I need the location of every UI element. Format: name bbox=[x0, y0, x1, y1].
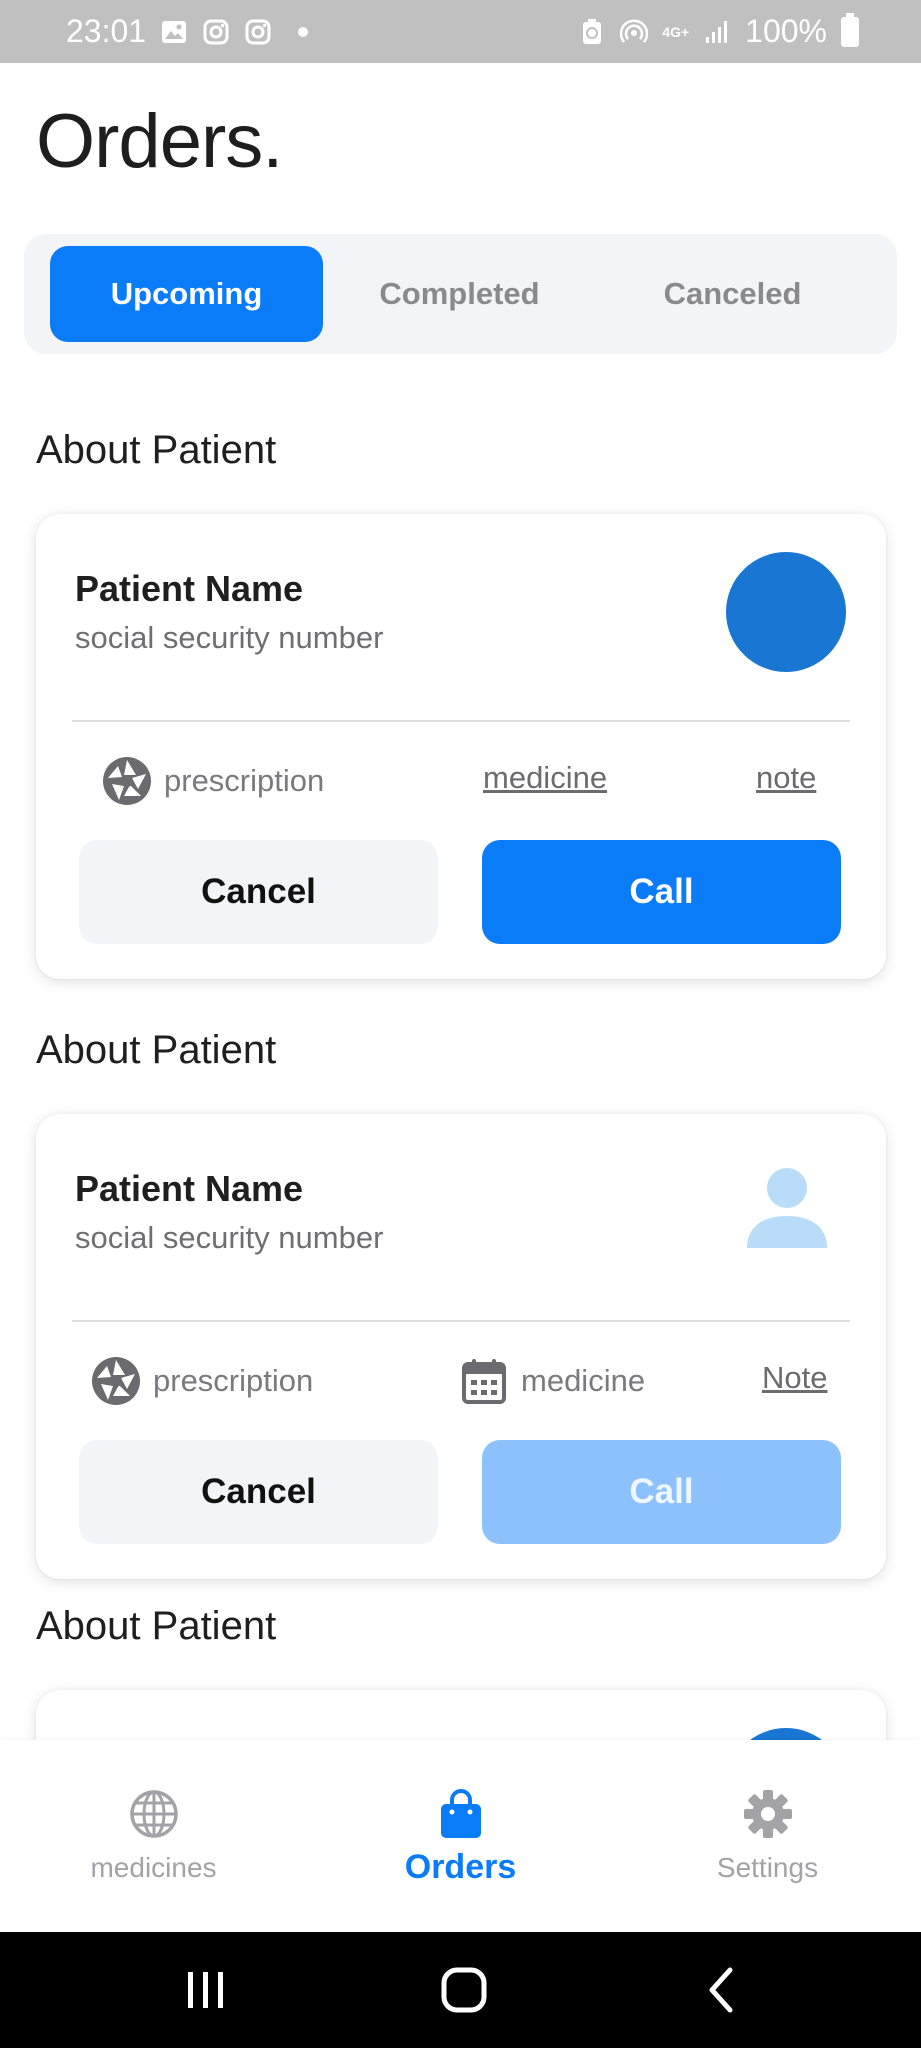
system-navigation-bar bbox=[0, 1932, 921, 2048]
order-card: Patient Name social security number pres… bbox=[36, 514, 886, 979]
hotspot-icon bbox=[620, 18, 649, 43]
prescription-item: prescription bbox=[102, 756, 324, 806]
page-title: Orders. bbox=[36, 99, 283, 184]
globe-icon bbox=[129, 1790, 178, 1838]
medicine-item: medicine bbox=[459, 1356, 645, 1406]
shopping-bag-icon bbox=[440, 1789, 481, 1838]
note-link[interactable]: Note bbox=[762, 1360, 827, 1396]
status-right: 4G+ 100% bbox=[578, 12, 859, 50]
patient-name: Patient Name bbox=[75, 568, 304, 609]
dot-icon bbox=[298, 26, 309, 37]
image-icon bbox=[162, 20, 187, 43]
cancel-button[interactable]: Cancel bbox=[79, 840, 438, 944]
tab-completed[interactable]: Completed bbox=[323, 246, 596, 342]
nav-label: Settings bbox=[716, 1852, 819, 1883]
order-card: Patient Name social security number pres… bbox=[36, 1114, 886, 1579]
tab-upcoming[interactable]: Upcoming bbox=[50, 246, 323, 342]
battery-saver-icon bbox=[583, 18, 602, 44]
aperture-icon bbox=[92, 1357, 140, 1405]
nav-orders[interactable]: Orders bbox=[307, 1740, 614, 1932]
patient-subtitle: social security number bbox=[75, 1220, 384, 1255]
section-title: About Patient bbox=[36, 428, 277, 472]
note-link[interactable]: note bbox=[756, 760, 816, 796]
gear-icon bbox=[743, 1790, 792, 1838]
status-time: 23:01 bbox=[66, 13, 147, 49]
instagram-icon bbox=[245, 19, 271, 44]
person-icon bbox=[747, 1168, 827, 1248]
network-4g-icon: 4G+ bbox=[662, 23, 690, 40]
medicine-link[interactable]: medicine bbox=[483, 760, 607, 796]
avatar bbox=[726, 552, 846, 672]
orders-screen: 23:01 4G+ 100% Orders. Upcoming Complete… bbox=[0, 0, 921, 2048]
divider bbox=[72, 1320, 850, 1322]
prescription-label: prescription bbox=[164, 763, 325, 798]
calendar-icon bbox=[462, 1359, 506, 1404]
battery-icon bbox=[841, 12, 859, 47]
signal-icon bbox=[706, 20, 728, 43]
section-title: About Patient bbox=[36, 1604, 277, 1648]
nav-label: medicines bbox=[90, 1852, 217, 1883]
instagram-icon bbox=[203, 19, 229, 44]
patient-name: Patient Name bbox=[75, 1168, 304, 1209]
section-title: About Patient bbox=[36, 1028, 277, 1072]
recent-apps-icon[interactable] bbox=[178, 1962, 234, 2018]
battery-percent: 100% bbox=[745, 13, 827, 49]
call-button[interactable]: Call bbox=[482, 840, 841, 944]
medicine-link-wrap: medicine bbox=[483, 760, 607, 796]
prescription-item: prescription bbox=[91, 1356, 313, 1406]
note-link-wrap: note bbox=[756, 760, 816, 796]
order-info-row: prescription medicine note bbox=[36, 746, 886, 816]
prescription-label: prescription bbox=[153, 1363, 314, 1398]
order-info-row: prescription medicine Note bbox=[36, 1346, 886, 1416]
bottom-navigation: medicines Orders Settings bbox=[0, 1740, 921, 1932]
status-left: 23:01 bbox=[66, 13, 309, 50]
nav-label: Orders bbox=[404, 1848, 517, 1886]
status-bar: 23:01 4G+ 100% bbox=[0, 0, 921, 63]
patient-subtitle: social security number bbox=[75, 620, 384, 655]
order-status-tabs: Upcoming Completed Canceled bbox=[24, 234, 897, 354]
call-button[interactable]: Call bbox=[482, 1440, 841, 1544]
home-icon[interactable] bbox=[436, 1962, 492, 2018]
nav-settings[interactable]: Settings bbox=[614, 1740, 921, 1932]
cancel-button[interactable]: Cancel bbox=[79, 1440, 438, 1544]
note-link-wrap: Note bbox=[762, 1360, 827, 1396]
aperture-icon bbox=[103, 757, 151, 805]
nav-medicines[interactable]: medicines bbox=[0, 1740, 307, 1932]
tab-canceled[interactable]: Canceled bbox=[596, 246, 869, 342]
divider bbox=[72, 720, 850, 722]
back-icon[interactable] bbox=[694, 1962, 750, 2018]
medicine-label: medicine bbox=[521, 1363, 646, 1398]
